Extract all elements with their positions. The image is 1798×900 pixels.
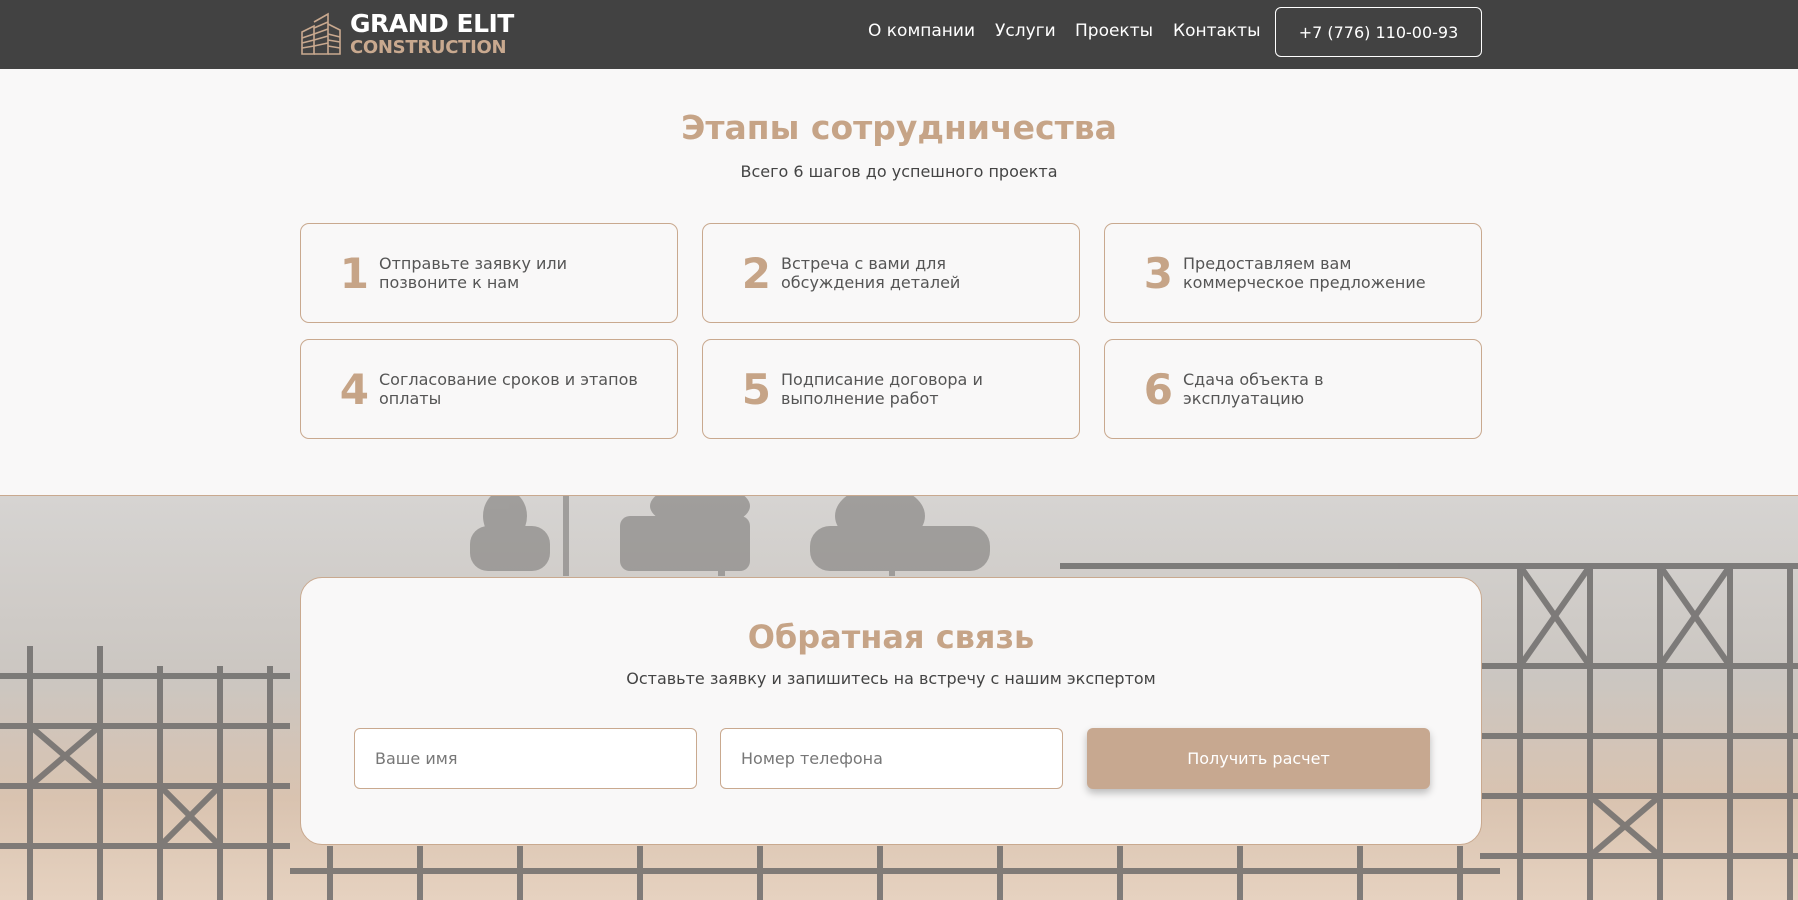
step-card-1: 1 Отправьте заявку или позвоните к нам — [300, 223, 678, 323]
step-text: Сдача объекта в эксплуатацию — [1183, 370, 1324, 408]
step-card-6: 6 Сдача объекта в эксплуатацию — [1104, 339, 1482, 439]
step-card-2: 2 Встреча с вами для обсуждения деталей — [702, 223, 1080, 323]
phone-input[interactable] — [720, 728, 1063, 789]
nav-item-projects[interactable]: Проекты — [1075, 21, 1153, 41]
feedback-card: Обратная связь Оставьте заявку и запишит… — [300, 577, 1482, 845]
step-card-3: 3 Предоставляем вам коммерческое предлож… — [1104, 223, 1482, 323]
step-number: 1 — [339, 248, 369, 298]
step-text: Согласование сроков и этапов оплаты — [379, 370, 638, 408]
stages-subtitle: Всего 6 шагов до успешного проекта — [740, 162, 1058, 181]
feedback-title: Обратная связь — [747, 618, 1035, 656]
feedback-subtitle: Оставьте заявку и запишитесь на встречу … — [626, 669, 1156, 688]
logo-subtitle: CONSTRUCTION — [350, 37, 507, 58]
step-text: Отправьте заявку или позвоните к нам — [379, 254, 568, 292]
get-estimate-button[interactable]: Получить расчет — [1087, 728, 1430, 789]
step-text: Встреча с вами для обсуждения деталей — [781, 254, 961, 292]
step-text: Предоставляем вам коммерческое предложен… — [1183, 254, 1426, 292]
stages-title: Этапы сотрудничества — [681, 108, 1117, 147]
step-text: Подписание договора и выполнение работ — [781, 370, 983, 408]
phone-button[interactable]: +7 (776) 110-00-93 — [1275, 7, 1482, 57]
step-number: 2 — [741, 248, 771, 298]
building-logo-icon — [301, 12, 341, 55]
nav-item-services[interactable]: Услуги — [995, 21, 1056, 41]
step-number: 4 — [339, 364, 369, 414]
logo[interactable]: GRAND ELIT CONSTRUCTION — [300, 9, 514, 59]
logo-title: GRAND ELIT — [350, 9, 514, 38]
step-card-4: 4 Согласование сроков и этапов оплаты — [300, 339, 678, 439]
step-card-5: 5 Подписание договора и выполнение работ — [702, 339, 1080, 439]
step-number: 6 — [1143, 364, 1173, 414]
nav-item-contacts[interactable]: Контакты — [1173, 21, 1261, 41]
site-header: GRAND ELIT CONSTRUCTION О компании Услуг… — [0, 0, 1798, 69]
step-number: 5 — [741, 364, 771, 414]
step-number: 3 — [1143, 248, 1173, 298]
name-input[interactable] — [354, 728, 697, 789]
nav-item-about[interactable]: О компании — [868, 21, 975, 41]
